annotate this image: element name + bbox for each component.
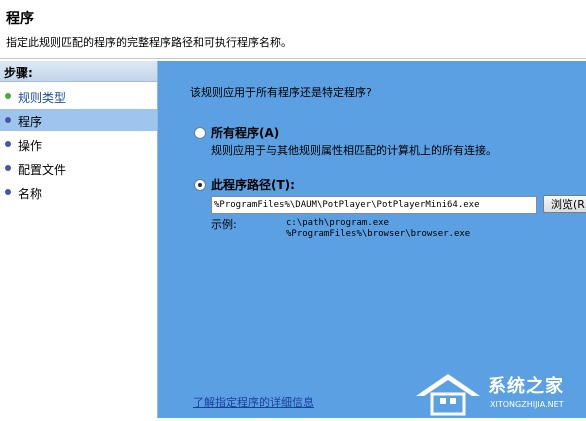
watermark-subtext: XITONGZHIJIA.NET <box>490 400 564 409</box>
steps-title: 步骤: <box>4 66 33 80</box>
step-program[interactable]: 程序 <box>0 109 157 131</box>
example-line: %ProgramFiles%\browser\browser.exe <box>286 229 471 239</box>
program-path-input[interactable]: %ProgramFiles%\DAUM\PotPlayer\PotPlayerM… <box>211 196 537 214</box>
step-label: 操作 <box>18 139 43 153</box>
watermark-text: 系统之家 <box>488 376 564 397</box>
page-header: 程序 指定此规则匹配的程序的完整程序路径和可执行程序名称。 <box>0 0 586 58</box>
step-action[interactable]: 操作 <box>0 133 157 155</box>
program-path-label[interactable]: 此程序路径(T): <box>211 176 295 193</box>
step-profile[interactable]: 配置文件 <box>0 157 157 179</box>
step-label: 程序 <box>18 115 43 129</box>
step-name[interactable]: 名称 <box>0 181 157 203</box>
step-label: 名称 <box>18 187 43 201</box>
all-programs-label[interactable]: 所有程序(A) <box>211 124 279 141</box>
page-description: 指定此规则匹配的程序的完整程序路径和可执行程序名称。 <box>6 36 292 49</box>
step-rule-type[interactable]: 规则类型 <box>0 85 157 107</box>
step-bullet-icon <box>5 117 11 123</box>
step-bullet-icon <box>5 189 11 195</box>
header-divider <box>0 58 586 59</box>
scope-question: 该规则应用于所有程序还是特定程序? <box>190 86 372 99</box>
step-done-icon <box>5 93 11 99</box>
step-label: 配置文件 <box>18 163 67 177</box>
steps-sidebar: 步骤: 规则类型 程序 操作 配置文件 名称 <box>0 61 158 418</box>
example-label: 示例: <box>211 218 237 231</box>
program-path-radio[interactable] <box>194 179 206 191</box>
steps-title-bar: 步骤: <box>0 61 157 82</box>
main-content: 该规则应用于所有程序还是特定程序? 所有程序(A) 规则应用于与其他规则属性相匹… <box>158 61 586 418</box>
browse-button[interactable]: 浏览(R)... <box>543 195 586 213</box>
step-bullet-icon <box>5 165 11 171</box>
step-label: 规则类型 <box>18 91 67 105</box>
page-title: 程序 <box>6 11 34 27</box>
all-programs-description: 规则应用于与其他规则属性相匹配的计算机上的所有连接。 <box>211 144 497 157</box>
house-logo-icon <box>416 374 480 416</box>
learn-more-link[interactable]: 了解指定程序的详细信息 <box>193 394 314 410</box>
step-bullet-icon <box>5 141 11 147</box>
all-programs-radio[interactable] <box>194 127 206 139</box>
example-line: c:\path\program.exe <box>286 218 389 228</box>
watermark-logo: 系统之家 XITONGZHIJIA.NET <box>410 366 586 418</box>
